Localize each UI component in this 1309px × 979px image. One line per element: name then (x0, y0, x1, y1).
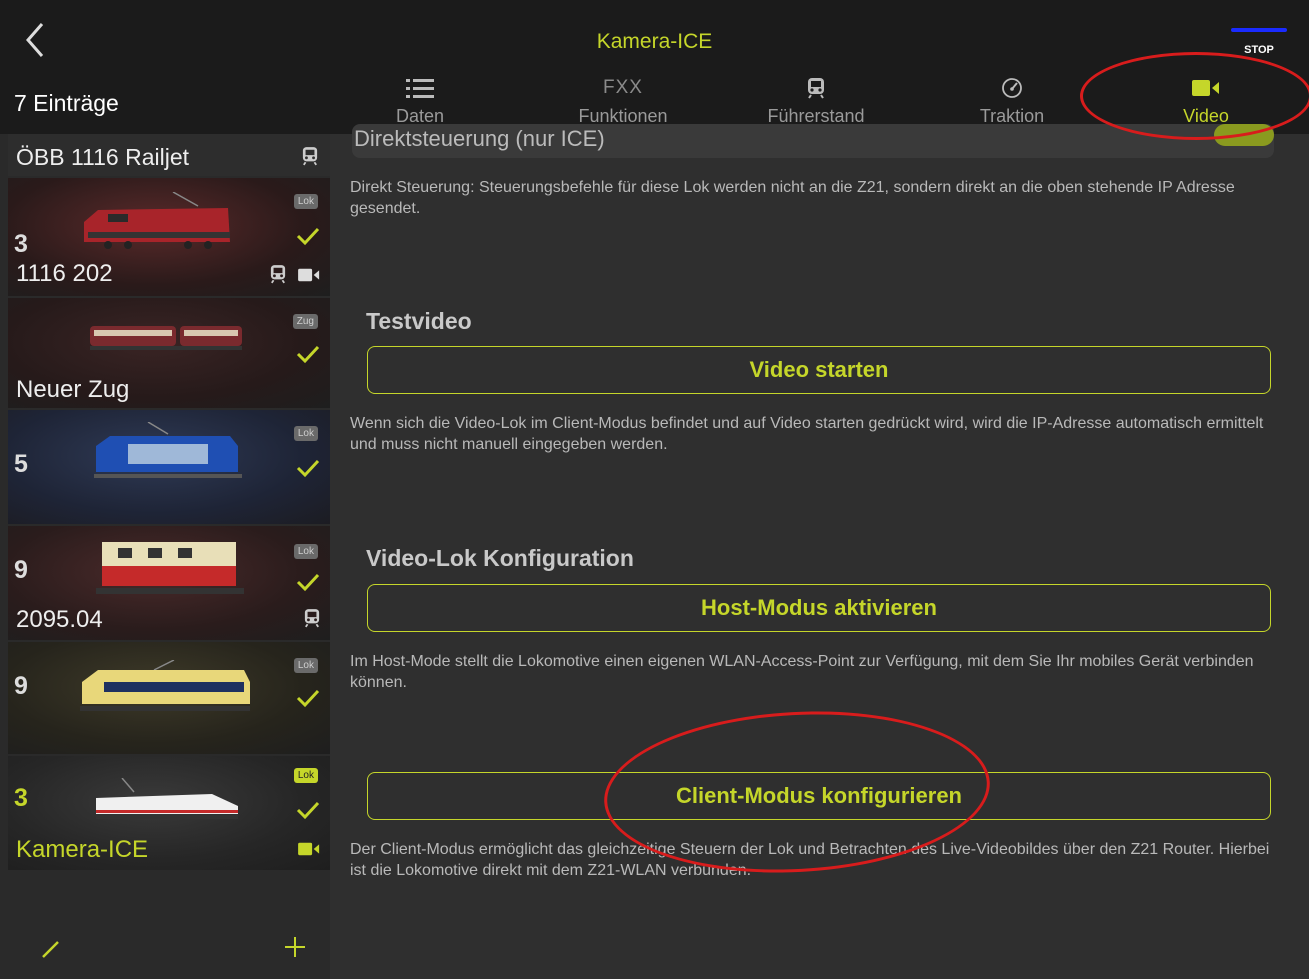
tab-traktion[interactable]: Traktion (922, 72, 1102, 127)
train-icon (304, 609, 320, 628)
video-start-button[interactable]: Video starten (367, 346, 1271, 394)
config-heading: Video-Lok Konfiguration (366, 545, 634, 571)
list-item[interactable]: 9 Lok (8, 642, 330, 754)
list-item-selected[interactable]: 3 Lok Kamera-ICE (8, 756, 330, 870)
stop-button[interactable]: STOP (1231, 28, 1287, 56)
host-mode-button[interactable]: Host-Modus aktivieren (367, 584, 1271, 632)
direct-control-description: Direkt Steuerung: Steuerungsbefehle für … (350, 179, 1235, 217)
entry-type-badge: Lok (293, 544, 318, 559)
list-item[interactable]: Zug Neuer Zug (8, 298, 330, 408)
locomotive-image (80, 660, 250, 711)
entry-address: 5 (14, 450, 28, 478)
entry-type-badge: Zug (292, 314, 318, 329)
entries-count: 7 Einträge (14, 90, 119, 116)
entry-name: Kamera-ICE (16, 836, 149, 863)
stop-label: STOP (1244, 44, 1274, 56)
entry-name: Neuer Zug (16, 376, 130, 403)
train-icon (302, 147, 318, 166)
tab-fuehrerstand[interactable]: Führerstand (726, 72, 906, 127)
locomotive-image (84, 192, 230, 249)
plus-icon[interactable] (284, 936, 306, 958)
host-mode-description: Im Host-Mode stellt die Lokomotive einen… (350, 653, 1254, 691)
entry-address: 9 (14, 672, 28, 700)
tab-daten[interactable]: Daten (330, 72, 510, 127)
entry-address: 9 (14, 556, 28, 584)
entry-address: 3 (14, 230, 28, 258)
video-start-description: Wenn sich die Video-Lok im Client-Modus … (350, 415, 1264, 453)
video-camera-icon (298, 842, 320, 856)
direct-control-label: Direktsteuerung (nur ICE) (354, 126, 605, 151)
list-item[interactable]: 9 Lok 2095.04 (8, 526, 330, 640)
entry-type-badge: Lok (293, 658, 318, 673)
list-icon (406, 79, 434, 98)
testvideo-heading: Testvideo (366, 308, 472, 334)
entry-type-badge: Lok (293, 768, 318, 783)
pencil-icon[interactable] (40, 938, 62, 960)
entry-name: ÖBB 1116 Railjet (16, 144, 190, 170)
entry-type-badge: Lok (293, 194, 318, 209)
video-camera-icon (298, 268, 320, 282)
speedometer-icon (1002, 78, 1022, 98)
checkmark-icon (296, 345, 320, 364)
tab-funktionen[interactable]: FXX Funktionen (533, 72, 713, 127)
highlight-ring-video-tab (1080, 52, 1309, 140)
entry-type-badge: Lok (293, 426, 318, 441)
train-icon (808, 78, 824, 99)
train-image (90, 326, 242, 350)
train-icon (270, 265, 286, 284)
locomotive-image (94, 422, 242, 478)
fxx-icon: FXX (603, 77, 643, 98)
locomotive-image (96, 778, 238, 819)
list-item[interactable]: ÖBB 1116 Railjet (8, 134, 330, 176)
page-title: Kamera-ICE (596, 30, 713, 53)
checkmark-icon (296, 573, 320, 592)
locomotive-list: ÖBB 1116 Railjet 3 Lok 1116 202 Zug Neue… (0, 134, 330, 979)
stop-indicator-bar (1231, 28, 1287, 32)
entry-name: 1116 202 (16, 260, 113, 287)
list-item[interactable]: 5 Lok (8, 410, 330, 524)
checkmark-icon (296, 227, 320, 246)
checkmark-icon (296, 459, 320, 478)
entry-address: 3 (14, 784, 28, 812)
checkmark-icon (296, 689, 320, 708)
checkmark-icon (296, 801, 320, 820)
locomotive-image (96, 542, 244, 594)
entry-name: 2095.04 (16, 606, 103, 633)
list-item[interactable]: 3 Lok 1116 202 (8, 178, 330, 296)
